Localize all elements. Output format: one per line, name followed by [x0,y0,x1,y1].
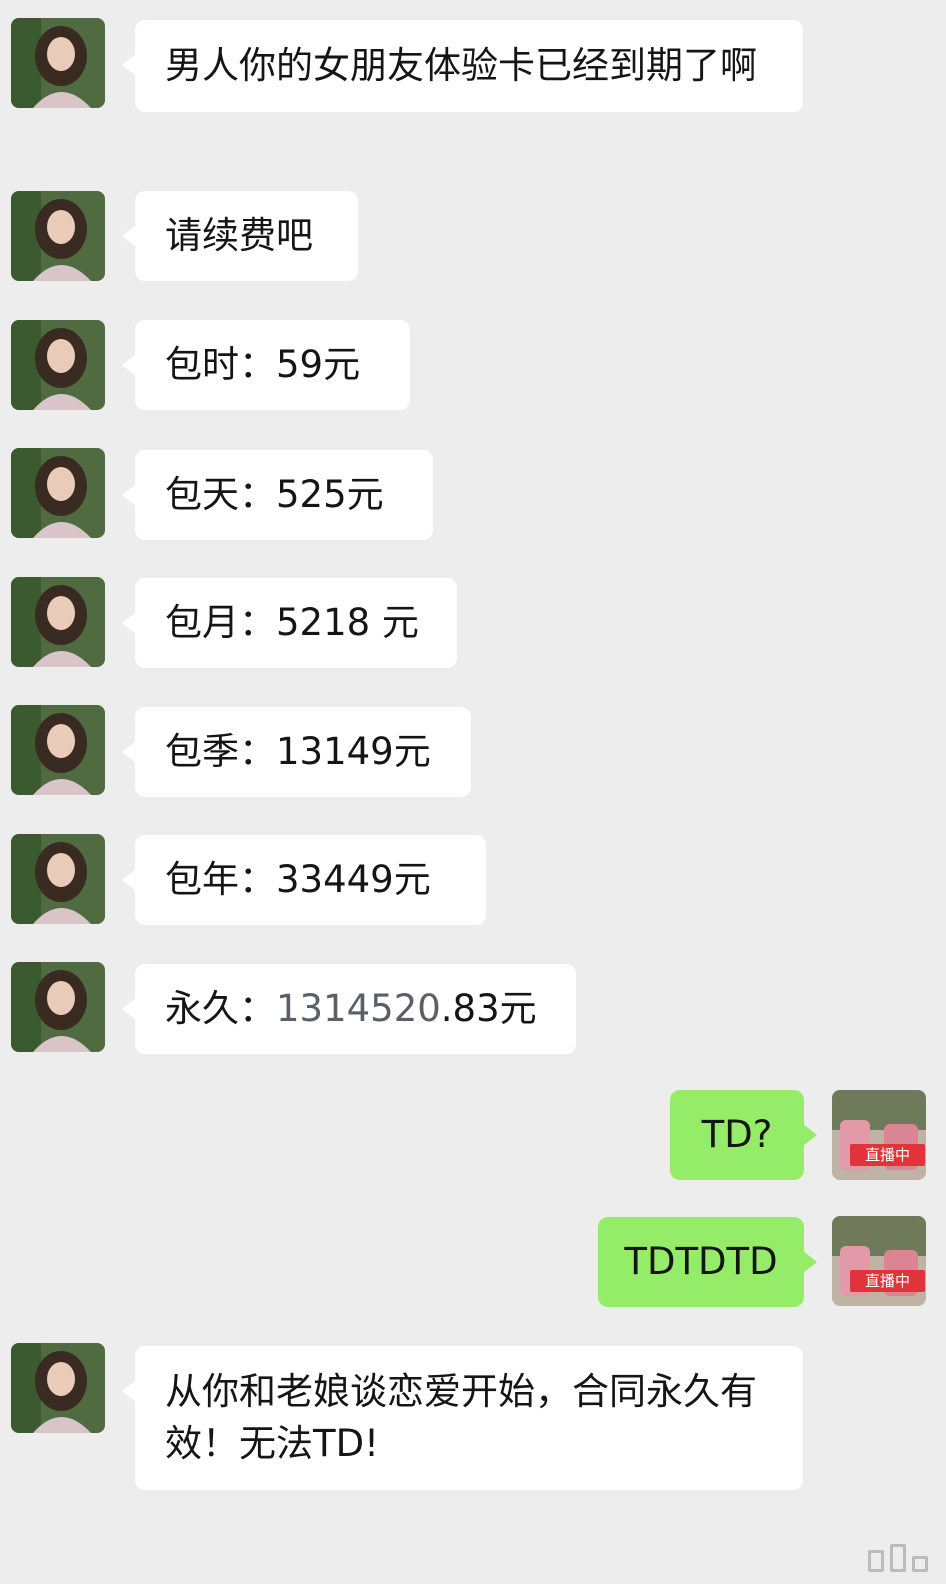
contact-avatar-icon[interactable] [11,448,105,538]
message-bubble[interactable]: 永久： 1314520.83元 [122,964,576,1054]
message-bubble[interactable]: 从你和老娘谈恋爱开始，合同永久有效！无法TD! [122,1346,803,1490]
message-text-amount: 1314520 [276,987,441,1030]
message-text: TD? [701,1113,773,1156]
live-status-badge: 直播中 [850,1270,925,1292]
contact-avatar-icon[interactable] [11,834,105,924]
message-text: TDTDTD [624,1240,778,1283]
live-status-badge: 直播中 [850,1144,925,1166]
contact-avatar-icon[interactable] [11,320,105,410]
contact-avatar-icon[interactable] [11,18,105,108]
message-text: 包时：59元 [165,343,361,386]
message-bubble[interactable]: 包季：13149元 [122,707,471,797]
message-text: 请续费吧 [165,214,313,257]
message-text: 男人你的女朋友体验卡已经到期了啊 [165,44,757,87]
own-avatar-icon[interactable]: 直播中 [832,1216,926,1306]
contact-avatar-icon[interactable] [11,705,105,795]
message-text: 包季：13149元 [165,730,431,773]
message-text: 包天：525元 [165,473,384,516]
contact-avatar-icon[interactable] [11,1343,105,1433]
message-bubble[interactable]: 包年：33449元 [122,835,486,925]
watermark-icon [868,1544,928,1572]
message-text: 包月：5218 元 [165,601,419,644]
message-bubble[interactable]: TDTDTD [598,1217,817,1307]
message-bubble[interactable]: 请续费吧 [122,191,358,281]
contact-avatar-icon[interactable] [11,577,105,667]
message-bubble[interactable]: 包月：5218 元 [122,578,457,668]
message-bubble[interactable]: 男人你的女朋友体验卡已经到期了啊 [122,20,803,112]
message-text-label: 永久： [165,987,276,1030]
contact-avatar-icon[interactable] [11,962,105,1052]
message-bubble[interactable]: 包天：525元 [122,450,433,540]
message-text-suffix: .83元 [440,987,537,1030]
message-bubble[interactable]: TD? [670,1090,817,1180]
message-bubble[interactable]: 包时：59元 [122,320,410,410]
message-text: 从你和老娘谈恋爱开始，合同永久有效！无法TD! [165,1370,757,1465]
own-avatar-icon[interactable]: 直播中 [832,1090,926,1180]
message-text: 包年：33449元 [165,858,431,901]
contact-avatar-icon[interactable] [11,191,105,281]
